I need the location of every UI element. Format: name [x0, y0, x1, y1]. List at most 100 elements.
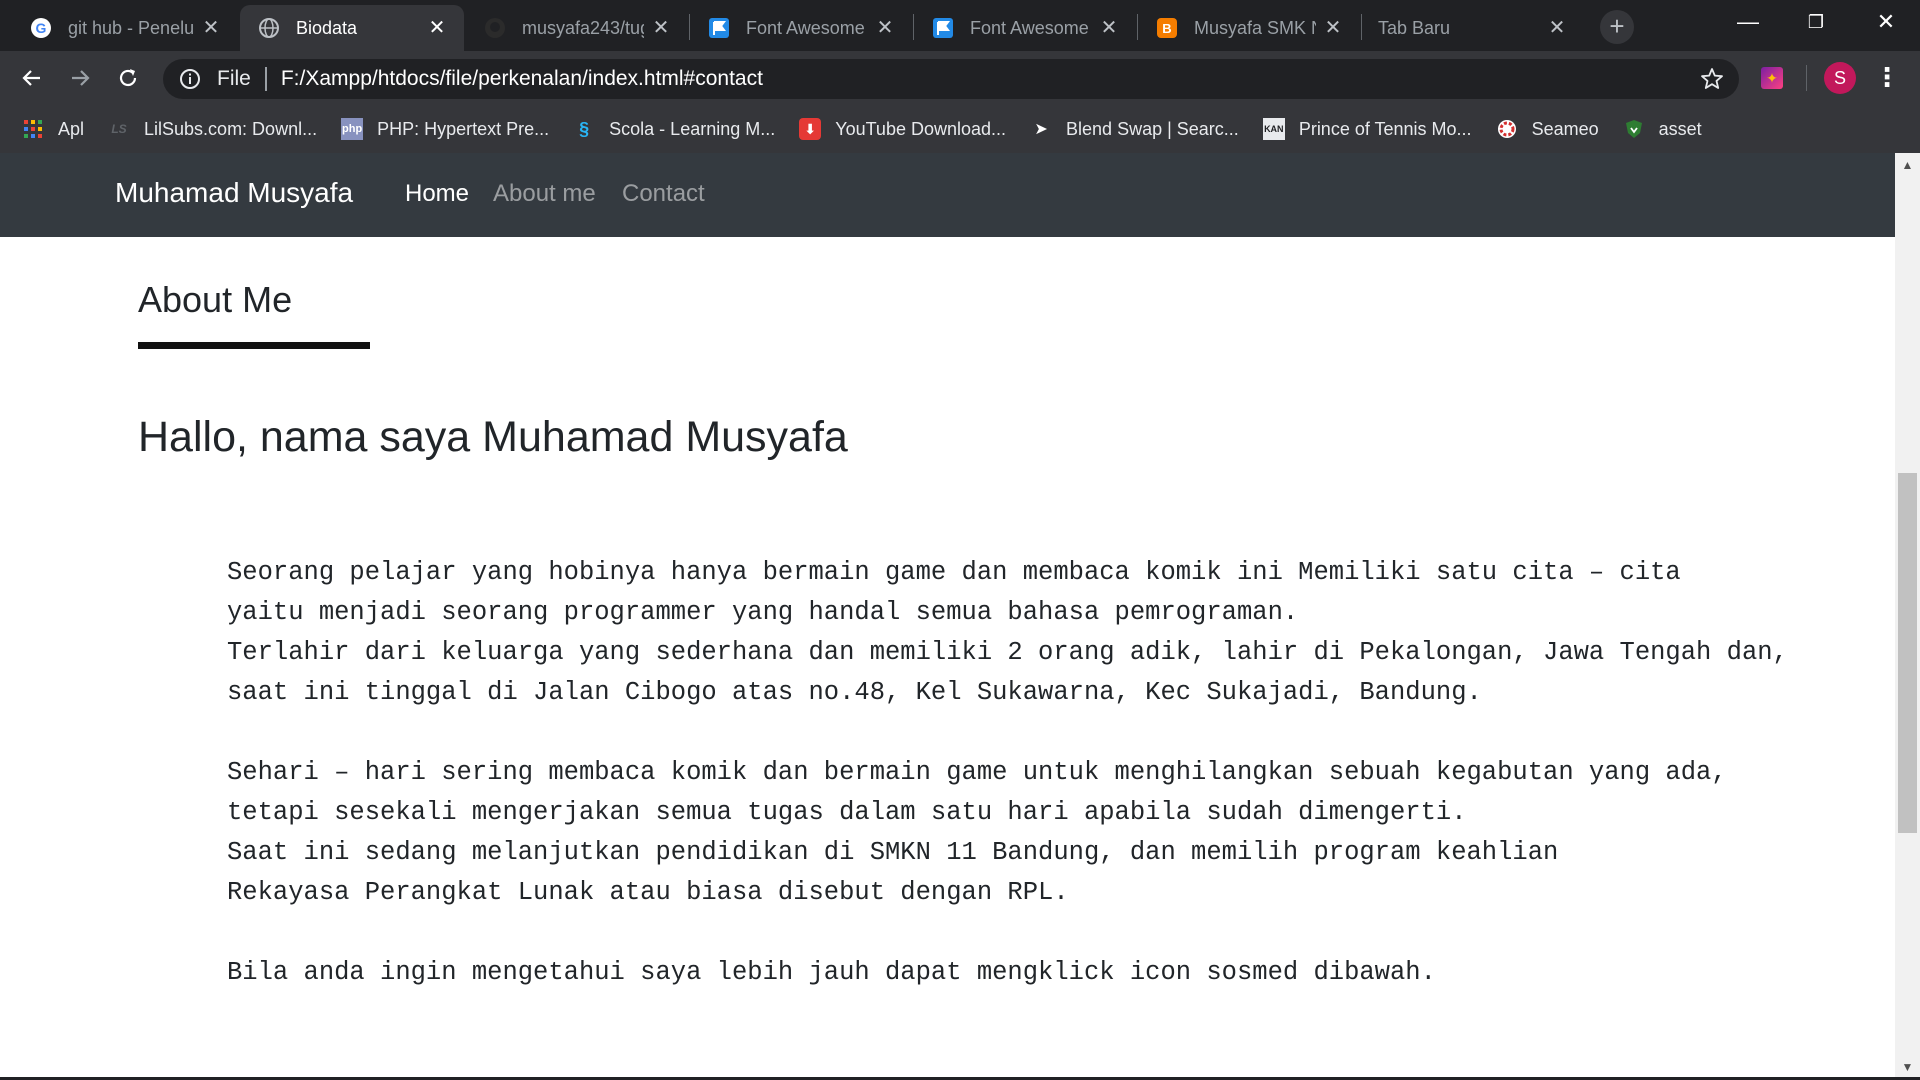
- bookmark-blendswap[interactable]: ➤ Blend Swap | Searc...: [1030, 118, 1239, 140]
- scroll-up-arrow-icon[interactable]: ▲: [1895, 153, 1920, 178]
- download-icon: ⬇: [799, 118, 822, 140]
- bio-paragraph: Bila anda ingin mengetahui saya lebih ja…: [227, 953, 1787, 993]
- page-viewport: Muhamad Musyafa Home About me Contact Ab…: [0, 153, 1920, 1080]
- profile-avatar[interactable]: S: [1824, 62, 1856, 94]
- bookmark-scola[interactable]: § Scola - Learning M...: [573, 118, 775, 140]
- apps-grid-icon: [22, 118, 44, 140]
- bookmark-label: PHP: Hypertext Pre...: [377, 118, 550, 139]
- bio-paragraph: Seorang pelajar yang hobinya hanya berma…: [227, 553, 1788, 713]
- bio-paragraph: Sehari – hari sering membaca komik dan b…: [227, 753, 1787, 913]
- bio-line: Rekayasa Perangkat Lunak atau biasa dise…: [227, 878, 1069, 907]
- bio-line: Terlahir dari keluarga yang sederhana da…: [227, 638, 1788, 667]
- tab-font-awesome[interactable]: Font Awesome ✕: [690, 5, 912, 51]
- seameo-icon: [1496, 118, 1518, 140]
- bookmark-label: Seameo: [1531, 118, 1599, 139]
- close-tab-icon[interactable]: ✕: [1322, 17, 1344, 39]
- tab-title: musyafa243/tug: [522, 17, 644, 38]
- kan-icon: KAN: [1262, 118, 1285, 140]
- reload-icon: [119, 69, 137, 87]
- tab-new-tab[interactable]: Tab Baru ✕: [1362, 5, 1584, 51]
- minimize-button[interactable]: —: [1718, 4, 1778, 40]
- asset-shield-icon: [1623, 118, 1645, 140]
- extension-icon[interactable]: ✦: [1761, 67, 1783, 89]
- bookmarks-bar: Apl LS LilSubs.com: Downl... php PHP: Hy…: [0, 105, 1920, 153]
- greeting-heading: Hallo, nama saya Muhamad Musyafa: [138, 413, 848, 461]
- nav-contact[interactable]: Contact: [622, 180, 705, 208]
- bookmark-label: LilSubs.com: Downl...: [144, 118, 318, 139]
- bookmark-prince-of-tennis[interactable]: KAN Prince of Tennis Mo...: [1262, 118, 1472, 140]
- bookmark-label: Scola - Learning M...: [609, 118, 776, 139]
- address-bar[interactable]: File F:/Xampp/htdocs/file/perkenalan/ind…: [163, 59, 1739, 99]
- new-tab-button[interactable]: +: [1600, 10, 1634, 44]
- arrow-right-icon: [72, 70, 90, 86]
- font-awesome-flag-icon: [932, 17, 954, 39]
- forward-button[interactable]: [62, 60, 98, 96]
- globe-icon: [258, 17, 280, 39]
- tab-github-repo[interactable]: musyafa243/tug ✕: [466, 5, 688, 51]
- nav-home[interactable]: Home: [405, 180, 469, 208]
- toolbar-separator: [1806, 65, 1807, 91]
- svg-text:B: B: [1162, 21, 1171, 36]
- close-window-button[interactable]: ✕: [1856, 4, 1916, 40]
- bio-line: tetapi sesekali mengerjakan semua tugas …: [227, 798, 1467, 827]
- scrollbar-thumb[interactable]: [1898, 473, 1917, 833]
- blogger-icon: B: [1156, 17, 1178, 39]
- font-awesome-flag-icon: [708, 17, 730, 39]
- url-scheme-label: File: [217, 67, 251, 90]
- title-underline: [138, 342, 370, 349]
- omnibox-divider: [264, 67, 267, 91]
- bookmark-label: asset: [1658, 118, 1702, 139]
- site-brand[interactable]: Muhamad Musyafa: [115, 177, 353, 209]
- bio-line: Sehari – hari sering membaca komik dan b…: [227, 758, 1727, 787]
- bookmark-lilsubs[interactable]: LS LilSubs.com: Downl...: [108, 118, 317, 140]
- tab-title: Font Awesome: [970, 17, 1089, 38]
- close-tab-icon[interactable]: ✕: [650, 17, 672, 39]
- bio-line: Bila anda ingin mengetahui saya lebih ja…: [227, 958, 1436, 987]
- nav-about-me[interactable]: About me: [493, 180, 596, 208]
- bookmark-seameo[interactable]: Seameo: [1496, 118, 1599, 140]
- bookmark-star-icon[interactable]: [1699, 66, 1725, 92]
- browser-toolbar: File F:/Xampp/htdocs/file/perkenalan/ind…: [0, 51, 1920, 105]
- site-navbar: Muhamad Musyafa Home About me Contact: [0, 153, 1895, 237]
- scola-icon: §: [579, 118, 590, 139]
- url-text[interactable]: F:/Xampp/htdocs/file/perkenalan/index.ht…: [281, 67, 763, 91]
- tab-title: git hub - Penelu: [68, 17, 194, 38]
- tab-title: Tab Baru: [1378, 17, 1451, 38]
- restore-button[interactable]: ❐: [1786, 4, 1846, 40]
- tab-blogger[interactable]: B Musyafa SMK N ✕: [1138, 5, 1360, 51]
- tab-font-awesome-2[interactable]: Font Awesome ✕: [914, 5, 1136, 51]
- page-scrollbar[interactable]: ▲ ▼: [1895, 153, 1920, 1080]
- info-icon[interactable]: [177, 66, 203, 92]
- bio-line: saat ini tinggal di Jalan Cibogo atas no…: [227, 678, 1482, 707]
- bio-line: Saat ini sedang melanjutkan pendidikan d…: [227, 838, 1559, 867]
- bio-line: Seorang pelajar yang hobinya hanya berma…: [227, 558, 1681, 587]
- tab-biodata[interactable]: Biodata ✕: [240, 5, 464, 51]
- browser-tab-strip: G git hub - Penelu ✕ Biodata ✕ musyafa24…: [0, 0, 1920, 51]
- more-menu-icon[interactable]: ⋮: [1872, 62, 1902, 94]
- bio-text: Seorang pelajar yang hobinya hanya berma…: [227, 553, 1788, 1033]
- bookmark-youtube-download[interactable]: ⬇ YouTube Download...: [799, 118, 1006, 140]
- back-button[interactable]: [14, 60, 50, 96]
- lilsubs-icon: LS: [111, 122, 127, 136]
- tab-title: Font Awesome: [746, 17, 865, 38]
- tab-git-hub[interactable]: G git hub - Penelu ✕: [12, 5, 238, 51]
- bookmark-apl[interactable]: Apl: [22, 118, 84, 140]
- close-tab-icon[interactable]: ✕: [200, 17, 222, 39]
- github-icon: [484, 17, 506, 39]
- arrow-left-icon: [22, 70, 40, 86]
- reload-button[interactable]: [110, 60, 146, 96]
- bookmark-label: Prince of Tennis Mo...: [1298, 118, 1472, 139]
- close-tab-icon[interactable]: ✕: [1546, 17, 1568, 39]
- bio-line: yaitu menjadi seorang programmer yang ha…: [227, 598, 1299, 627]
- close-tab-icon[interactable]: ✕: [1098, 17, 1120, 39]
- bookmark-asset[interactable]: asset: [1623, 118, 1702, 140]
- google-icon: G: [30, 17, 52, 39]
- close-tab-icon[interactable]: ✕: [874, 17, 896, 39]
- tab-title: Musyafa SMK N: [1194, 17, 1316, 38]
- bookmark-php[interactable]: php PHP: Hypertext Pre...: [341, 118, 549, 140]
- bookmark-label: YouTube Download...: [835, 118, 1007, 139]
- blendswap-icon: ➤: [1034, 121, 1048, 138]
- bookmark-label: Apl: [58, 118, 85, 139]
- bookmark-label: Blend Swap | Searc...: [1066, 118, 1239, 139]
- close-tab-icon[interactable]: ✕: [426, 17, 448, 39]
